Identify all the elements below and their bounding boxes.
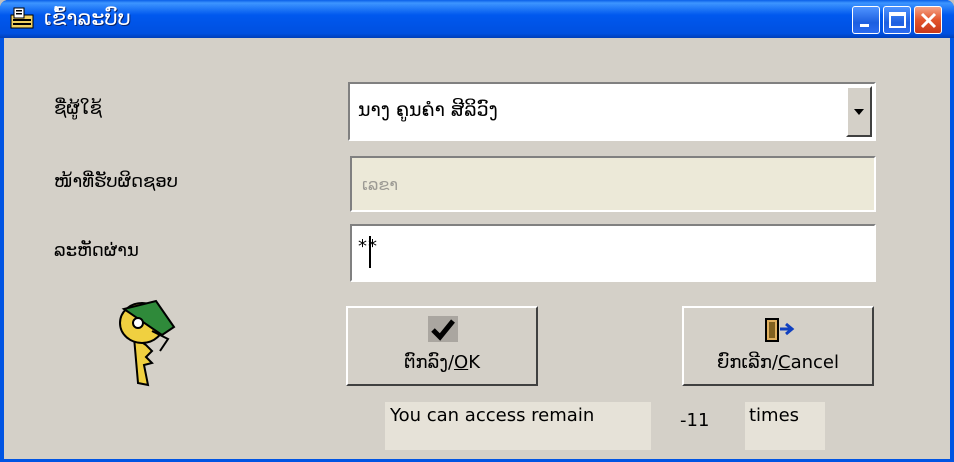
username-combobox[interactable]: ນາງ ຄູນຄຳ ສີລິວົງ [348,82,876,141]
cancel-button[interactable]: ຍົກເລີກ/Cancel [682,306,874,386]
ok-button[interactable]: ຕົກລົງ/OK [346,306,538,386]
status-unit: times [745,402,825,450]
role-label: ໜ້າທີ່ຮັບຜິດຊອບ [54,171,178,192]
remaining-count: -11 [680,410,710,431]
exit-door-icon [765,318,795,342]
maximize-icon [889,12,906,28]
checkmark-icon [428,316,458,342]
username-value: ນາງ ຄູນຄຳ ສີລິວົງ [358,99,498,121]
app-icon [10,7,34,29]
password-field[interactable]: ** [350,224,876,282]
minimize-button[interactable] [852,6,880,34]
title-bar[interactable]: ເຂົ້າລະບົບ [0,0,954,38]
client-area: ຊື່ຜູ້ໃຊ້ ນາງ ຄູນຄຳ ສີລິວົງ ໜ້າທີ່ຮັບຜິດ… [4,38,950,459]
password-label: ລະຫັດຜ່ານ [54,240,139,261]
close-icon [920,12,937,29]
window-title: ເຂົ້າລະບົບ [44,6,131,30]
minimize-icon [860,24,869,27]
login-window: ເຂົ້າລະບົບ ຊື່ຜູ້ໃຊ້ ນາງ ຄູນຄຳ ສີລິວົງ ໜ… [0,0,954,462]
role-field: ເລຂາ [350,156,876,212]
status-message: You can access remain [385,402,651,450]
text-caret [369,236,371,268]
close-button[interactable] [914,6,942,34]
key-icon [119,299,176,387]
ok-button-label: ຕົກລົງ/OK [403,352,481,373]
dropdown-button[interactable] [846,86,872,137]
maximize-button[interactable] [883,6,911,34]
role-value: ເລຂາ [362,175,398,194]
cancel-button-label: ຍົກເລີກ/Cancel [716,352,839,373]
chevron-down-icon [854,109,864,115]
username-label: ຊື່ຜູ້ໃຊ້ [54,98,102,119]
password-value: ** [358,236,378,257]
